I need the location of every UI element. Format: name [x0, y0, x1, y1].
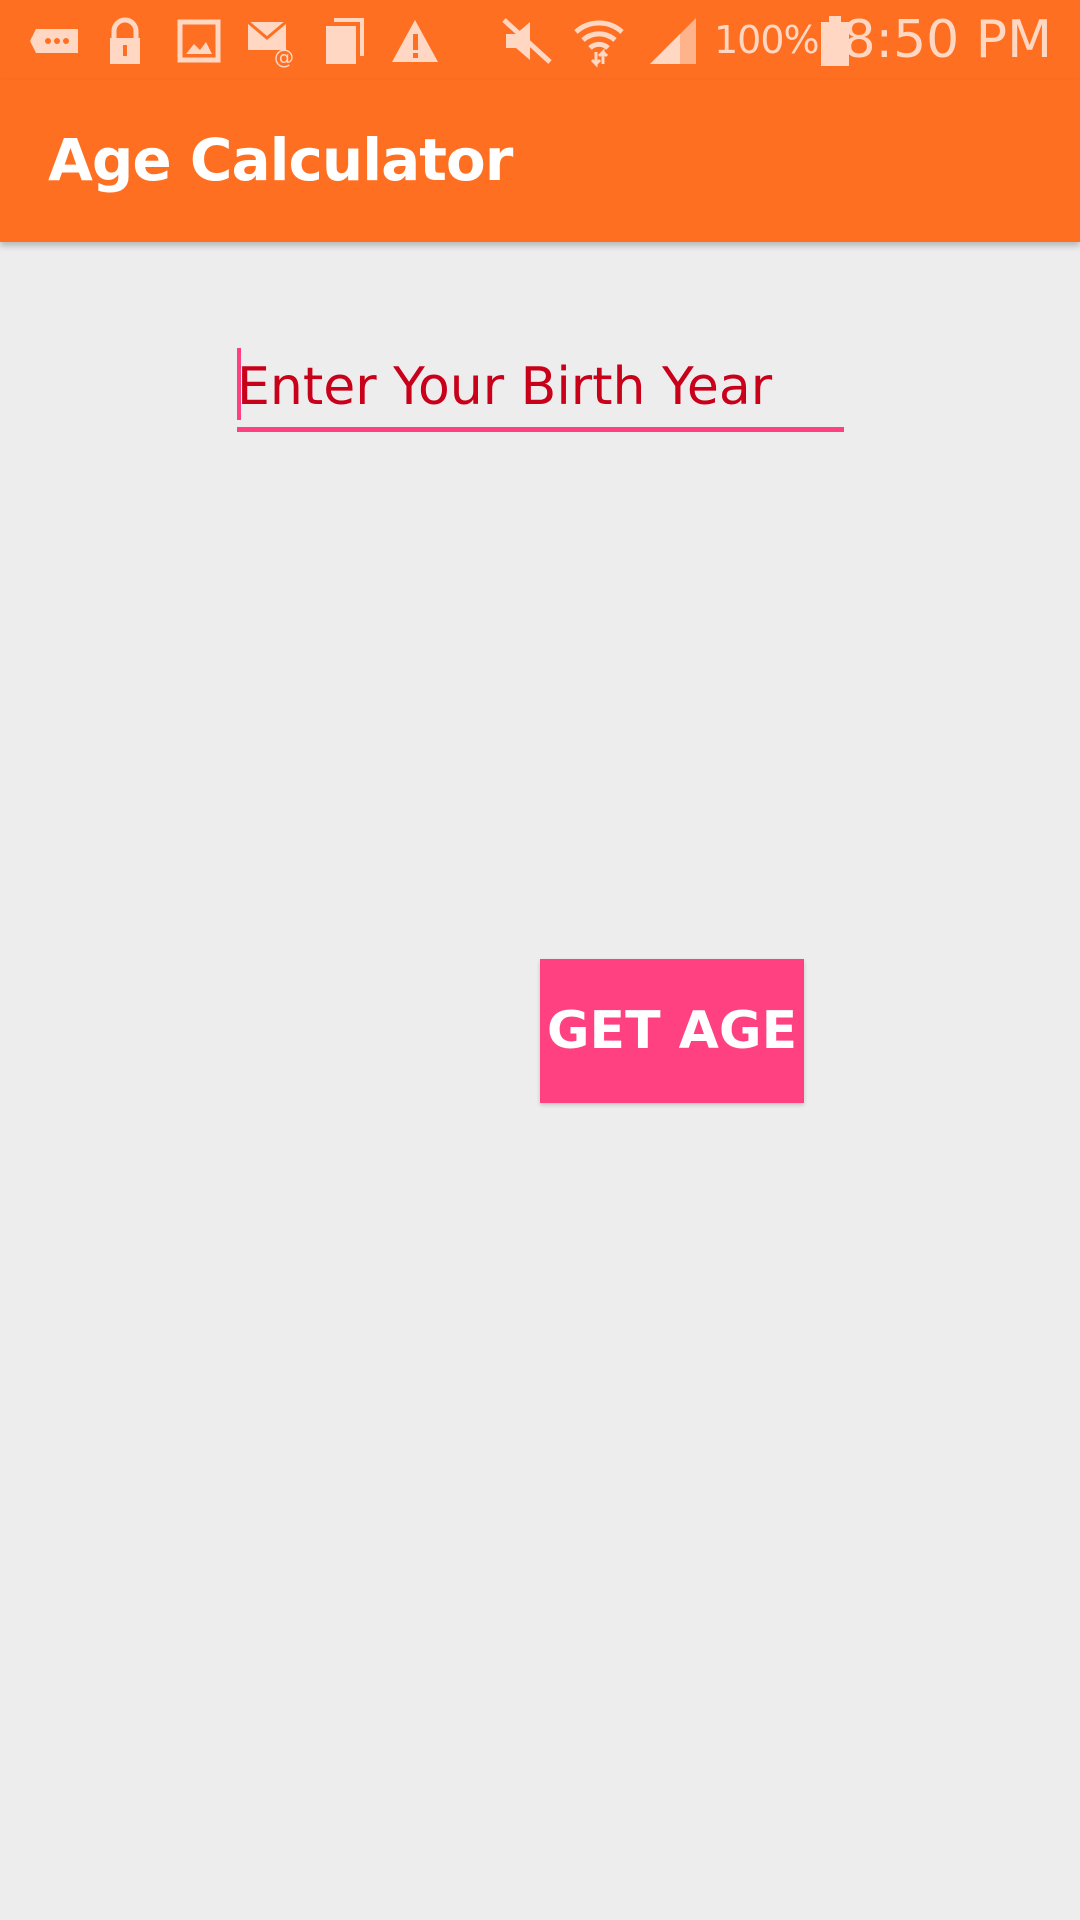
clock: 8:50 PM — [842, 10, 1052, 70]
get-age-button[interactable]: GET AGE — [540, 959, 804, 1103]
text-cursor — [237, 348, 241, 420]
svg-text:@: @ — [274, 45, 294, 68]
copy-icon — [318, 14, 372, 68]
battery-percent: 100% — [714, 18, 820, 62]
page-title: Age Calculator — [48, 126, 513, 194]
status-bar: @ 100% 8:50 PM — [0, 0, 1080, 80]
wifi-icon — [572, 14, 626, 68]
signal-icon — [646, 14, 700, 68]
mute-icon — [500, 14, 554, 68]
message-icon — [28, 14, 82, 68]
image-icon — [172, 14, 226, 68]
email-icon: @ — [244, 14, 298, 68]
lock-icon — [98, 14, 152, 68]
birth-year-input[interactable] — [237, 346, 844, 432]
warning-icon — [388, 14, 442, 68]
